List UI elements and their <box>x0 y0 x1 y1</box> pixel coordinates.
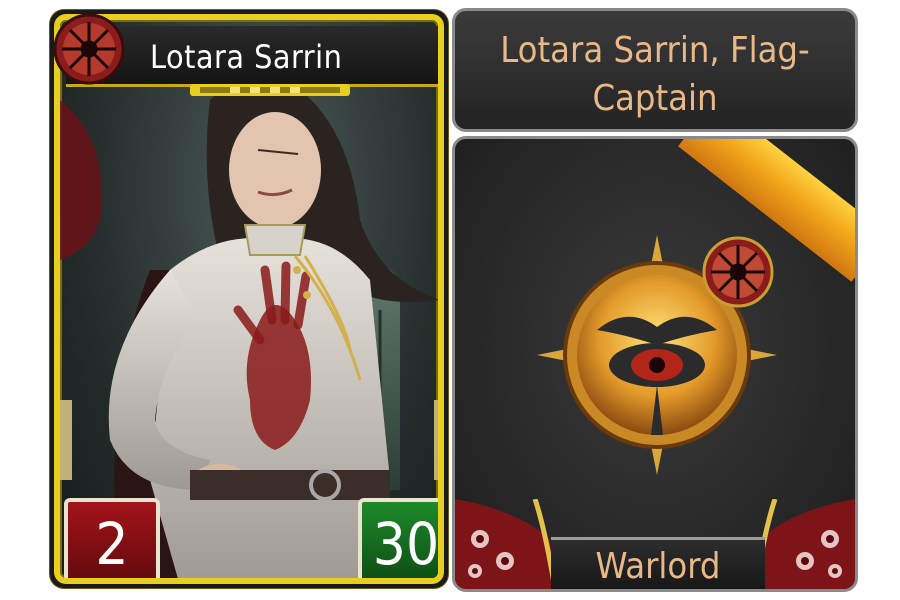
right-corner-ornament <box>755 499 855 589</box>
left-corner-ornament <box>455 499 555 589</box>
chaos-star-icon <box>53 13 125 85</box>
title-panel: Lotara Sarrin, Flag-Captain <box>452 8 858 132</box>
card-type-label: Warlord <box>551 537 765 589</box>
card-front[interactable]: Lotara Sarrin 2 30 <box>50 10 448 588</box>
card-frame: Lotara Sarrin 2 30 <box>54 14 444 584</box>
chaos-star-icon <box>702 236 774 308</box>
name-bar-ornament <box>190 84 350 96</box>
card-back[interactable]: Lotara Sarrin, Flag-Captain Warlord <box>452 8 858 592</box>
card-name: Lotara Sarrin <box>150 38 343 76</box>
cost-stat: 2 <box>64 498 160 578</box>
hit-points-stat: 30 <box>358 498 438 578</box>
card-body-panel: Warlord <box>452 136 858 592</box>
card-full-title: Lotara Sarrin, Flag-Captain <box>500 30 810 119</box>
